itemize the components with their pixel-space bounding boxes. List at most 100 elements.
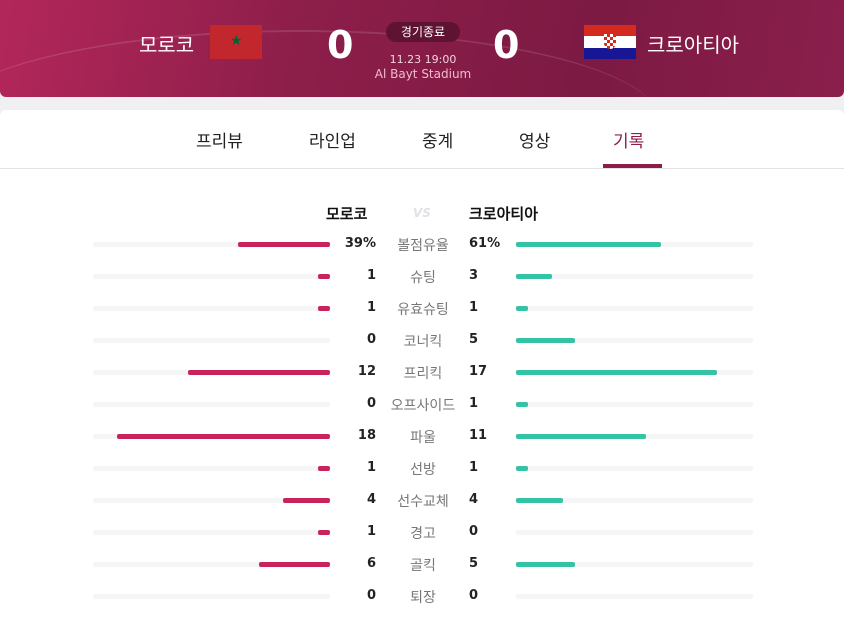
stat-label: 프리킥 — [403, 366, 443, 382]
home-bar-track — [93, 274, 330, 279]
home-stat-value: 18 — [357, 428, 376, 443]
away-stat-value: 3 — [469, 268, 479, 283]
away-stat-value: 0 — [469, 588, 479, 603]
stat-label: 오프사이드 — [390, 398, 456, 414]
stadium-name: Al Bayt Stadium — [374, 67, 472, 81]
stat-label: 코너킥 — [403, 334, 443, 350]
stat-row: 6 골킥 5 — [0, 554, 844, 574]
away-stat-bar — [516, 242, 661, 247]
home-stat-bar — [188, 370, 330, 375]
away-bar-track — [516, 466, 753, 471]
away-bar-track — [516, 530, 753, 535]
home-stat-bar — [283, 498, 330, 503]
home-stat-bar — [318, 466, 330, 471]
away-bar-track — [516, 306, 753, 311]
home-stat-value: 1 — [366, 300, 376, 315]
stat-label: 선방 — [410, 462, 436, 478]
stat-row: 1 경고 0 — [0, 522, 844, 542]
home-bar-track — [93, 466, 330, 471]
away-bar-track — [516, 498, 753, 503]
home-bar-track — [93, 530, 330, 535]
vs-label: VS — [413, 206, 431, 220]
home-stat-bar — [117, 434, 330, 439]
home-bar-track — [93, 402, 330, 407]
home-bar-track — [93, 498, 330, 503]
home-bar-track — [93, 370, 330, 375]
stat-row: 12 프리킥 17 — [0, 362, 844, 382]
away-stat-bar — [516, 338, 575, 343]
stat-row: 4 선수교체 4 — [0, 490, 844, 510]
tab-lineup[interactable]: 라인업 — [309, 127, 356, 152]
stat-row: 0 퇴장 0 — [0, 586, 844, 606]
tab-bar: 프리뷰 라인업 중계 영상 기록 — [0, 110, 844, 169]
away-bar-track — [516, 370, 753, 375]
home-stat-value: 1 — [366, 268, 376, 283]
away-stat-bar — [516, 402, 528, 407]
away-bar-track — [516, 242, 753, 247]
home-bar-track — [93, 562, 330, 567]
match-header: 모로코 ★ 0 경기종료 11.23 19:00 Al Bayt Stadium… — [0, 0, 844, 97]
stat-row: 18 파울 11 — [0, 426, 844, 446]
away-team-name: 크로아티아 — [647, 33, 739, 57]
away-stat-value: 5 — [469, 332, 479, 347]
home-stat-value: 1 — [366, 524, 376, 539]
home-stat-bar — [318, 530, 330, 535]
home-bar-track — [93, 594, 330, 599]
croatia-flag-icon — [584, 25, 636, 59]
home-score: 0 — [327, 23, 354, 67]
away-bar-track — [516, 402, 753, 407]
tab-broadcast[interactable]: 중계 — [422, 127, 453, 152]
home-stat-bar — [318, 306, 330, 311]
match-status-badge: 경기종료 — [386, 22, 460, 42]
away-bar-track — [516, 434, 753, 439]
morocco-flag-icon: ★ — [210, 25, 262, 59]
home-bar-track — [93, 242, 330, 247]
away-stat-bar — [516, 498, 563, 503]
stat-label: 경고 — [410, 526, 436, 542]
home-stat-value: 6 — [366, 556, 376, 571]
stats-home-team: 모로코 — [326, 205, 368, 223]
tab-preview[interactable]: 프리뷰 — [196, 127, 243, 152]
stat-label: 슈팅 — [410, 270, 436, 286]
away-stat-bar — [516, 434, 646, 439]
stat-row: 39% 볼점유율 61% — [0, 234, 844, 254]
away-stat-bar — [516, 466, 528, 471]
home-bar-track — [93, 338, 330, 343]
away-stat-value: 4 — [469, 492, 479, 507]
stat-label: 골킥 — [410, 558, 436, 574]
stat-row: 1 선방 1 — [0, 458, 844, 478]
home-stat-value: 0 — [366, 588, 376, 603]
stats-panel: 프리뷰 라인업 중계 영상 기록 모로코 VS 크로아티아 39% 볼점유율 61%… — [0, 110, 844, 635]
away-stat-value: 1 — [469, 300, 479, 315]
away-stat-value: 17 — [469, 364, 488, 379]
home-stat-value: 12 — [357, 364, 376, 379]
stat-row: 0 코너킥 5 — [0, 330, 844, 350]
home-bar-track — [93, 434, 330, 439]
home-bar-track — [93, 306, 330, 311]
stat-row: 0 오프사이드 1 — [0, 394, 844, 414]
away-stat-value: 61% — [469, 236, 501, 251]
home-stat-value: 1 — [366, 460, 376, 475]
tab-records[interactable]: 기록 — [613, 127, 644, 152]
away-stat-bar — [516, 306, 528, 311]
stat-label: 유효슈팅 — [397, 302, 449, 318]
stat-label: 선수교체 — [397, 494, 449, 510]
stat-row: 1 유효슈팅 1 — [0, 298, 844, 318]
home-stat-value: 0 — [366, 396, 376, 411]
away-stat-bar — [516, 370, 717, 375]
stat-label: 퇴장 — [410, 590, 436, 606]
away-stat-value: 11 — [469, 428, 488, 443]
away-bar-track — [516, 338, 753, 343]
stats-away-team: 크로아티아 — [469, 205, 539, 223]
away-stat-value: 0 — [469, 524, 479, 539]
away-stat-value: 1 — [469, 396, 479, 411]
away-bar-track — [516, 594, 753, 599]
away-bar-track — [516, 274, 753, 279]
active-tab-indicator — [603, 164, 662, 168]
away-bar-track — [516, 562, 753, 567]
away-stat-bar — [516, 274, 552, 279]
home-stat-bar — [238, 242, 330, 247]
stat-label: 파울 — [410, 430, 436, 446]
tab-video[interactable]: 영상 — [519, 127, 550, 152]
match-datetime: 11.23 19:00 — [389, 53, 457, 66]
